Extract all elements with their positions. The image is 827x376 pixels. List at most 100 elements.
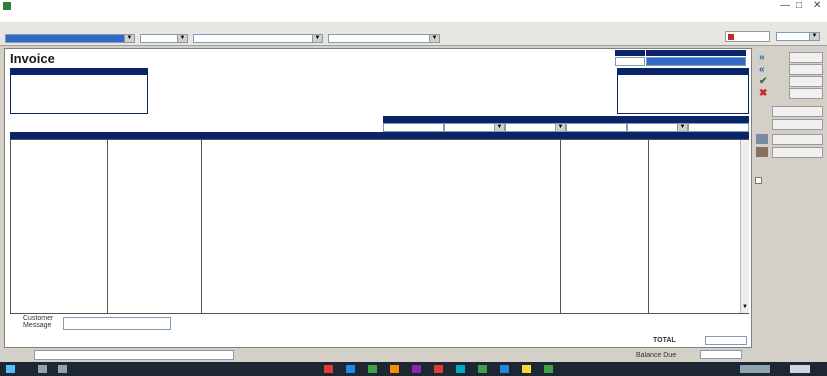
- prev-button[interactable]: [789, 64, 823, 75]
- balance-due-label: Balance Due: [636, 352, 677, 359]
- taskbar-app-icon[interactable]: [412, 365, 421, 373]
- invoice-heading: Invoice: [10, 51, 55, 66]
- chevron-down-icon[interactable]: ▼: [555, 124, 565, 131]
- maximize-button[interactable]: □: [796, 0, 802, 12]
- action-panel: » « ✔ ✖: [752, 46, 827, 348]
- table-scrollbar[interactable]: ▼: [740, 140, 749, 313]
- navigator-button[interactable]: [725, 31, 770, 42]
- taskbar-app-icon[interactable]: [522, 365, 531, 373]
- date-header: [615, 50, 645, 56]
- table-row[interactable]: [11, 156, 739, 163]
- fob-field[interactable]: [688, 123, 749, 132]
- template-select[interactable]: ▼: [328, 34, 440, 43]
- time-costs-button[interactable]: [772, 119, 823, 130]
- system-tray-icons[interactable]: [740, 365, 770, 373]
- terms-field[interactable]: ▼: [444, 123, 505, 132]
- invoice-no-header: [646, 50, 746, 56]
- terms-header: [444, 116, 505, 123]
- app-icon: [3, 2, 11, 10]
- scroll-down-icon[interactable]: ▼: [742, 304, 748, 310]
- column-divider: [560, 140, 561, 313]
- balance-due-value: [700, 350, 742, 359]
- invoice-number-field[interactable]: [646, 57, 746, 66]
- taskbar-app-icon[interactable]: [390, 365, 399, 373]
- minimize-button[interactable]: —: [780, 0, 790, 12]
- total-label: TOTAL: [653, 337, 676, 344]
- printer-icon: [756, 147, 768, 157]
- column-divider: [107, 140, 108, 313]
- line-items-table[interactable]: ▼: [10, 139, 749, 314]
- class-select[interactable]: ▼: [140, 34, 188, 43]
- qty-column-header: [10, 132, 105, 139]
- amount-column-header: [647, 132, 749, 139]
- prev-arrow-icon: «: [759, 64, 765, 75]
- ship-date-field[interactable]: [566, 123, 627, 132]
- item-column-header: [106, 132, 200, 139]
- taskbar-app-icon[interactable]: [368, 365, 377, 373]
- menu-bar: [0, 12, 827, 22]
- invoice-form: Invoice ▼ ▼ ▼ ▼ Customer Message TOTAL: [4, 48, 752, 348]
- process-icon: [756, 134, 768, 144]
- print-button[interactable]: [772, 147, 823, 158]
- total-value: [705, 336, 747, 345]
- status-bar: Balance Due: [0, 348, 827, 362]
- taskbar-app-icon[interactable]: [544, 365, 553, 373]
- chevron-down-icon[interactable]: ▼: [312, 35, 322, 42]
- table-row[interactable]: [11, 142, 739, 149]
- next-button[interactable]: [789, 52, 823, 63]
- chevron-down-icon[interactable]: ▼: [170, 318, 171, 330]
- clock-area[interactable]: [790, 365, 810, 373]
- checkmark-icon: ✔: [759, 76, 768, 87]
- customer-message-field[interactable]: ▼: [63, 317, 171, 330]
- start-icon[interactable]: [6, 365, 15, 373]
- column-divider: [648, 140, 649, 313]
- line-items-header: [10, 132, 749, 139]
- header-toolbar: ▼ ▼ ▼ ▼ ▼: [0, 22, 827, 46]
- account-select[interactable]: ▼: [193, 34, 323, 43]
- window-title-bar: [0, 0, 827, 12]
- search-icon[interactable]: [38, 365, 47, 373]
- search-select[interactable]: ▼: [776, 32, 820, 41]
- table-row[interactable]: [11, 149, 739, 156]
- rep-header: [505, 116, 566, 123]
- chevron-down-icon[interactable]: ▼: [177, 35, 187, 42]
- next-arrow-icon: »: [759, 52, 765, 63]
- po-number-field[interactable]: [383, 123, 444, 132]
- po-header: [383, 116, 444, 123]
- cancel-button[interactable]: [789, 88, 823, 99]
- taskbar-app-icon[interactable]: [434, 365, 443, 373]
- taskbar-app-icon[interactable]: [346, 365, 355, 373]
- chevron-down-icon[interactable]: ▼: [677, 124, 687, 131]
- taskbar-app-icon[interactable]: [456, 365, 465, 373]
- cancel-x-icon: ✖: [759, 88, 768, 99]
- chevron-down-icon[interactable]: ▼: [429, 35, 439, 42]
- ship-via-header: [627, 116, 688, 123]
- date-field[interactable]: [615, 57, 645, 66]
- po-header-row: [383, 116, 749, 123]
- payment-history-button[interactable]: [772, 106, 823, 117]
- rate-column-header: [559, 132, 646, 139]
- rep-field[interactable]: ▼: [505, 123, 566, 132]
- ok-button[interactable]: [789, 76, 823, 87]
- taskbar-app-icon[interactable]: [324, 365, 333, 373]
- chevron-down-icon[interactable]: ▼: [809, 33, 819, 40]
- taskbar-app-icon[interactable]: [500, 365, 509, 373]
- bill-to-address[interactable]: [10, 74, 148, 114]
- ship-to-address[interactable]: [617, 74, 749, 114]
- chevron-down-icon[interactable]: ▼: [494, 124, 504, 131]
- description-column-header: [200, 132, 558, 139]
- column-divider: [201, 140, 202, 313]
- close-button[interactable]: ✕: [813, 0, 821, 12]
- customer-message-label: Customer Message: [23, 315, 54, 329]
- bill-to-line: [11, 75, 147, 77]
- ship-date-header: [566, 116, 627, 123]
- ship-via-field[interactable]: ▼: [627, 123, 688, 132]
- memo-field[interactable]: [34, 350, 234, 360]
- taskbar-app-icon[interactable]: [478, 365, 487, 373]
- task-view-icon[interactable]: [58, 365, 67, 373]
- process-button[interactable]: [772, 134, 823, 145]
- option-checkbox[interactable]: [755, 177, 762, 184]
- fob-header: [688, 116, 749, 123]
- chevron-down-icon[interactable]: ▼: [124, 35, 134, 42]
- customer-job-select[interactable]: ▼: [5, 34, 135, 43]
